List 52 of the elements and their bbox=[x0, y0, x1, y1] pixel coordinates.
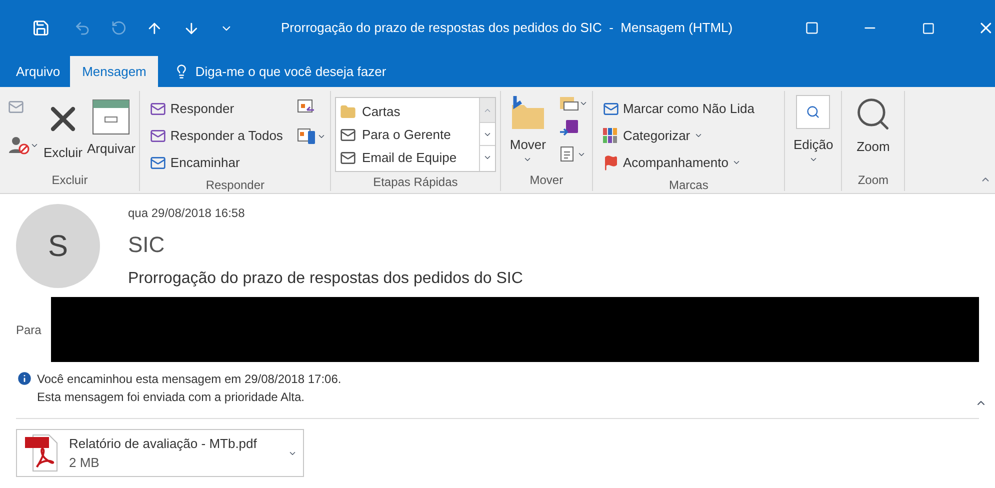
quick-step[interactable]: Email de Equipe bbox=[336, 146, 479, 169]
ribbon-button[interactable]: Responder bbox=[148, 95, 285, 122]
window-title: Prorrogação do prazo de respostas dos pedidos do SIC - Mensagem (HTML) bbox=[281, 19, 733, 38]
message-date: qua 29/08/2018 16:58 bbox=[128, 205, 246, 222]
info-line: Você encaminhou esta mensagem em 29/08/2018 17:06. bbox=[37, 371, 342, 388]
sender-name: SIC bbox=[128, 231, 166, 259]
envelope-icon bbox=[150, 154, 166, 170]
ribbon-button[interactable]: Encaminhar bbox=[148, 149, 285, 176]
pdf-file-icon bbox=[23, 433, 59, 473]
attachment-name: Relatório de avaliação - MTb.pdf bbox=[69, 434, 258, 453]
group-label: Excluir bbox=[52, 172, 88, 189]
block-sender-icon[interactable] bbox=[8, 135, 30, 155]
ribbon-tab[interactable]: Arquivo bbox=[6, 56, 70, 87]
message-subject: Prorrogação do prazo de respostas dos pedidos do SIC bbox=[128, 269, 523, 289]
quick-step[interactable]: Cartas bbox=[336, 100, 479, 123]
maximize-icon[interactable] bbox=[922, 22, 936, 34]
info-icon bbox=[16, 370, 33, 387]
search-icon bbox=[796, 95, 830, 129]
archive-button[interactable]: Arquivar bbox=[87, 95, 136, 158]
envelope-icon bbox=[602, 100, 619, 116]
envelope-icon bbox=[150, 128, 166, 144]
group-label: Responder bbox=[206, 177, 265, 194]
archive-icon bbox=[92, 99, 130, 135]
to-label: Para bbox=[16, 322, 42, 338]
tell-me-field[interactable]: Diga-me o que você deseja fazer bbox=[174, 56, 386, 87]
envelope-icon bbox=[340, 126, 356, 142]
move-button[interactable]: Mover bbox=[504, 95, 551, 164]
save-icon[interactable] bbox=[32, 19, 50, 37]
ribbon-button[interactable]: Marcar como Não Lida bbox=[600, 95, 756, 122]
attachment[interactable]: Relatório de avaliação - MTb.pdf 2 MB bbox=[16, 429, 304, 477]
delete-button[interactable]: Excluir bbox=[43, 95, 83, 162]
ribbon-button[interactable]: Responder a Todos bbox=[148, 122, 285, 149]
envelope-icon bbox=[150, 100, 166, 116]
info-line: Esta mensagem foi enviada com a prioridade Alta. bbox=[37, 389, 306, 406]
quick-step[interactable]: Para o Gerente bbox=[336, 123, 479, 146]
group-label: Zoom bbox=[858, 172, 889, 189]
flag-icon bbox=[602, 154, 619, 170]
folder-icon bbox=[340, 104, 356, 120]
group-label: Mover bbox=[530, 172, 564, 189]
ribbon-tab[interactable]: Mensagem bbox=[70, 56, 158, 87]
ribbon-button[interactable]: Acompanhamento bbox=[600, 149, 756, 176]
zoom-button[interactable]: Zoom bbox=[846, 95, 900, 156]
caret-icon bbox=[732, 158, 742, 167]
group-label: Marcas bbox=[669, 177, 708, 194]
attachment-size: 2 MB bbox=[69, 454, 100, 472]
editing-button[interactable]: Edição bbox=[789, 95, 838, 164]
ribbon-button[interactable]: Categorizar bbox=[600, 122, 756, 149]
caret-icon bbox=[694, 131, 704, 140]
avatar: S bbox=[16, 204, 100, 288]
group-label: Etapas Rápidas bbox=[373, 174, 458, 190]
envelope-icon bbox=[340, 150, 356, 166]
color-grid-icon bbox=[602, 128, 619, 144]
